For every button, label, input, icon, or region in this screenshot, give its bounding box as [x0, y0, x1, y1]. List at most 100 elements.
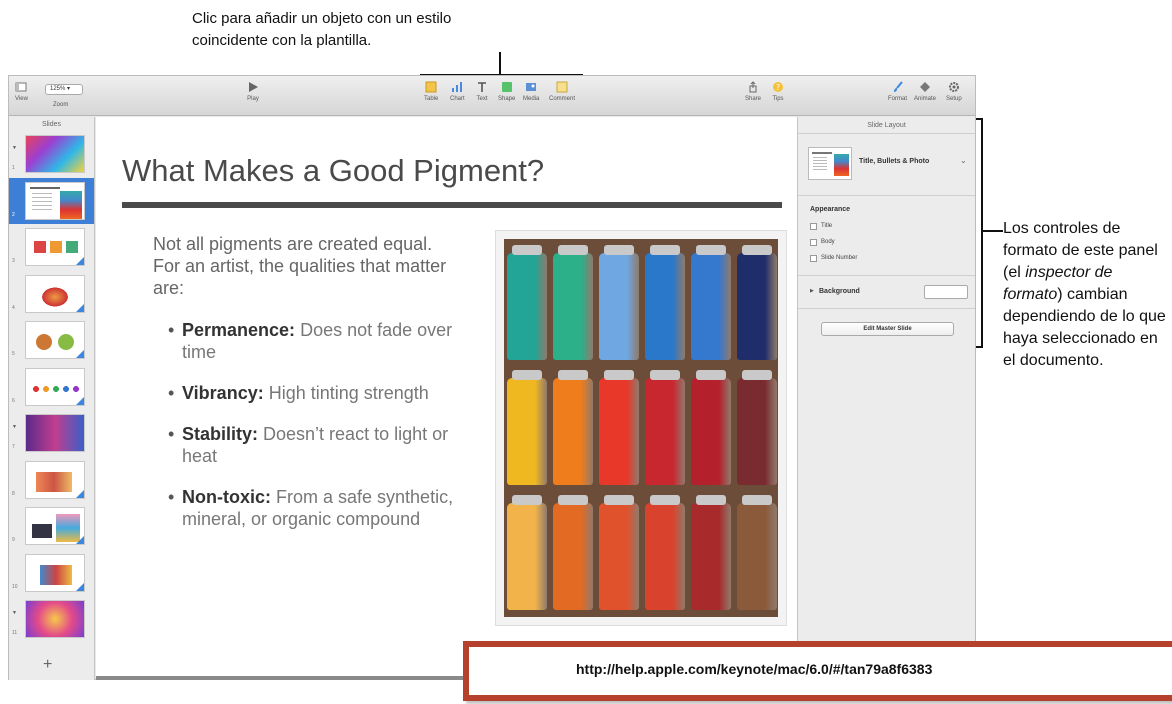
add-slide-button[interactable]: + [43, 656, 52, 674]
jar-lid [650, 245, 680, 255]
media-icon [526, 83, 537, 91]
title-checkbox[interactable] [810, 222, 817, 230]
edit-master-slide-button[interactable]: Edit Master Slide [821, 322, 954, 336]
slide-preview [25, 507, 85, 545]
background-row[interactable]: ▶ Background [798, 276, 975, 309]
top-callout: Clic para añadir un objeto con un estilo… [192, 10, 452, 49]
pigment-jar [507, 253, 547, 360]
jar-lid [604, 495, 634, 505]
table-icon [425, 81, 437, 93]
tips-button[interactable]: ? Tips [772, 81, 784, 102]
slides-panel-title: Slides [41, 121, 62, 128]
slide-preview [25, 414, 85, 452]
jar-lid [650, 495, 680, 505]
zoom-label: Zoom [53, 102, 69, 108]
chart-button[interactable]: Chart [450, 81, 465, 102]
slide-thumbnail-10[interactable]: 10 [9, 550, 94, 597]
appearance-title: Appearance [810, 206, 851, 213]
slide-thumbnail-4[interactable]: 4 [9, 271, 94, 318]
gear-icon [948, 82, 959, 92]
slide-thumbnail-7[interactable]: ▼ 7 [9, 410, 94, 457]
bullet-item: Permanence: Does not fade over time [168, 319, 473, 363]
tips-icon: ? [773, 82, 783, 92]
pigment-jar [645, 503, 685, 610]
pigment-jar [691, 378, 731, 485]
jar-lid [696, 370, 726, 380]
pigment-jar [599, 253, 639, 360]
zoom-select[interactable]: 125% ▾ [45, 84, 83, 95]
slide-thumbnail-6[interactable]: 6 [9, 364, 94, 411]
inspector-leader-line [983, 230, 1003, 232]
pigment-jar [553, 378, 593, 485]
layout-name: Title, Bullets & Photo [859, 158, 930, 165]
slide-thumbnail-8[interactable]: 8 [9, 457, 94, 504]
corner-marker [76, 489, 84, 498]
animate-diamond-icon [920, 82, 930, 92]
pigment-jar [737, 253, 777, 360]
shape-button[interactable]: Shape [498, 81, 515, 102]
slide-number-checkbox[interactable] [810, 254, 817, 262]
bullet-item: Non-toxic: From a safe synthetic, minera… [168, 486, 473, 530]
jar-lid [742, 370, 772, 380]
title-checkbox-row[interactable]: Title [810, 218, 975, 234]
animate-button[interactable]: Animate [914, 81, 936, 102]
background-label: Background [819, 288, 860, 295]
share-button[interactable]: Share [745, 81, 761, 102]
setup-button[interactable]: Setup [946, 81, 962, 102]
text-icon [478, 82, 486, 92]
slide-number-checkbox-row[interactable]: Slide Number [810, 250, 975, 266]
slide-title[interactable]: What Makes a Good Pigment? [122, 153, 544, 189]
slide-navigator: Slides ▼ 1 2 3 4 5 6 ▼ 7 8 9 10 ▼ 11 + [9, 117, 95, 680]
url-banner: http://help.apple.com/keynote/mac/6.0/#/… [463, 641, 1172, 701]
slide-preview [25, 135, 85, 173]
inspector-header: Slide Layout [798, 117, 975, 134]
format-button[interactable]: Format [888, 81, 907, 102]
media-button[interactable]: Media [523, 81, 539, 102]
slide-thumbnail-1[interactable]: ▼ 1 [9, 131, 94, 178]
comment-icon [556, 81, 568, 93]
help-url[interactable]: http://help.apple.com/keynote/mac/6.0/#/… [576, 661, 932, 677]
slide-preview [25, 274, 85, 313]
chart-icon [452, 82, 463, 92]
disclosure-triangle-icon[interactable]: ▼ [12, 145, 17, 151]
text-button[interactable]: Text [476, 81, 488, 102]
callout-leader-line [499, 52, 501, 74]
disclosure-triangle-icon[interactable]: ▼ [12, 610, 17, 616]
keynote-window: View 125% ▾ Zoom Play Table Chart Text S… [8, 75, 976, 680]
slide-preview [25, 228, 85, 266]
slide-thumbnail-9[interactable]: 9 [9, 503, 94, 550]
disclosure-triangle-icon[interactable]: ▶ [810, 288, 814, 294]
slide-intro-text[interactable]: Not all pigments are created equal. For … [153, 233, 463, 299]
corner-marker [76, 396, 84, 405]
play-button[interactable]: Play [247, 81, 259, 102]
pigment-jar [691, 503, 731, 610]
slide-thumbnail-2-selected[interactable]: 2 [9, 177, 94, 224]
corner-marker [76, 536, 84, 544]
pigment-jar [553, 503, 593, 610]
slide-preview [25, 367, 85, 406]
slide-thumbnail-3[interactable]: 3 [9, 224, 94, 271]
appearance-section: Appearance Title Body Slide Number [798, 196, 975, 276]
bullet-list[interactable]: Permanence: Does not fade over time Vibr… [168, 319, 473, 549]
background-color-well[interactable] [924, 285, 968, 299]
pigment-jar [737, 378, 777, 485]
body-checkbox-row[interactable]: Body [810, 234, 975, 250]
body-checkbox[interactable] [810, 238, 817, 246]
jar-lid [558, 370, 588, 380]
disclosure-triangle-icon[interactable]: ▼ [12, 424, 17, 430]
table-button[interactable]: Table [424, 81, 438, 102]
pigment-jar [599, 378, 639, 485]
slide-thumbnail-5[interactable]: 5 [9, 317, 94, 364]
comment-button[interactable]: Comment [549, 81, 575, 102]
jar-lid [604, 245, 634, 255]
slide-layout-picker[interactable]: Title, Bullets & Photo ⌄ [798, 134, 975, 196]
chevron-down-icon[interactable]: ⌄ [960, 156, 967, 165]
pigment-jar [507, 378, 547, 485]
jar-lid [604, 370, 634, 380]
pigment-photo[interactable] [495, 230, 787, 626]
slide-canvas[interactable]: What Makes a Good Pigment? Not all pigme… [96, 117, 797, 680]
pigment-jar [553, 253, 593, 360]
jar-lid [512, 370, 542, 380]
slide-thumbnail-11[interactable]: ▼ 11 [9, 596, 94, 643]
view-button[interactable]: View [15, 81, 28, 102]
